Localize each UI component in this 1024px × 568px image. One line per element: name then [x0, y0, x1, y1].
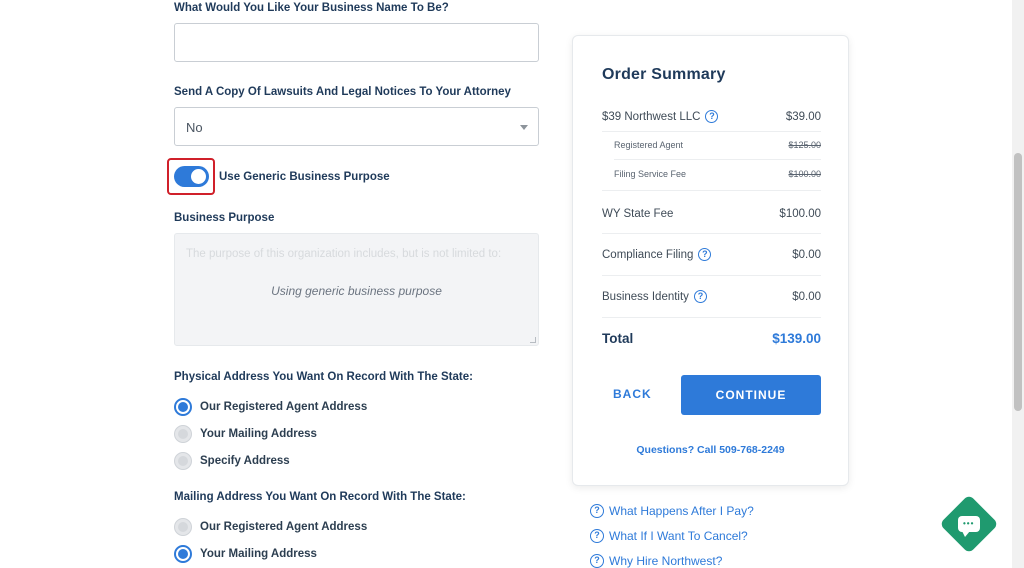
identity-price: $0.00	[792, 290, 821, 303]
question-circle-icon: ?	[590, 529, 604, 543]
summary-row-compliance: Compliance Filing? $0.00	[602, 248, 821, 261]
business-purpose-placeholder: The purpose of this organization include…	[186, 248, 502, 260]
summary-row-registered-agent: Registered Agent $125.00	[614, 140, 821, 150]
physical-option-registered-agent[interactable]: Our Registered Agent Address	[174, 397, 367, 417]
questions-phone-link[interactable]: Questions? Call 509-768-2249	[573, 444, 848, 456]
lawsuits-label: Send A Copy Of Lawsuits And Legal Notice…	[174, 86, 511, 98]
compliance-price: $0.00	[792, 248, 821, 261]
package-price: $39.00	[785, 110, 821, 123]
divider	[602, 317, 821, 318]
business-purpose-overlay: Using generic business purpose	[271, 284, 442, 298]
identity-label: Business Identity	[602, 290, 689, 303]
summary-total-row: Total $139.00	[602, 331, 821, 346]
lawsuits-select-value: No	[186, 120, 203, 135]
chat-bubble-icon[interactable]: •••	[958, 516, 980, 537]
continue-button[interactable]: CONTINUE	[681, 375, 821, 415]
faq-link-text: What If I Want To Cancel?	[609, 529, 748, 543]
divider	[602, 131, 821, 132]
resize-grip-icon[interactable]	[530, 337, 536, 343]
faq-link-text: Why Hire Northwest?	[609, 554, 723, 568]
lawsuits-select[interactable]: No	[174, 107, 539, 146]
registered-agent-label: Registered Agent	[614, 140, 684, 150]
faq-link-text: What Happens After I Pay?	[609, 504, 754, 518]
faq-link-cancel[interactable]: ? What If I Want To Cancel?	[590, 529, 748, 543]
scrollbar-thumb[interactable]	[1014, 153, 1022, 411]
radio-unchecked-icon[interactable]	[174, 518, 192, 536]
toggle-knob	[191, 169, 206, 184]
question-circle-icon: ?	[590, 554, 604, 568]
package-label: $39 Northwest LLC	[602, 110, 701, 123]
faq-link-after-pay[interactable]: ? What Happens After I Pay?	[590, 504, 754, 518]
state-fee-price: $100.00	[779, 208, 821, 220]
radio-unchecked-icon[interactable]	[174, 452, 192, 470]
page-scrollbar[interactable]	[1012, 0, 1024, 568]
summary-row-filing-fee: Filing Service Fee $100.00	[614, 169, 821, 179]
faq-link-why-hire[interactable]: ? Why Hire Northwest?	[590, 554, 722, 568]
compliance-label: Compliance Filing	[602, 248, 694, 261]
radio-label: Specify Address	[200, 455, 290, 467]
order-summary-title: Order Summary	[602, 66, 726, 83]
radio-checked-icon[interactable]	[174, 545, 192, 563]
radio-label: Our Registered Agent Address	[200, 401, 368, 413]
generic-purpose-toggle[interactable]	[174, 166, 209, 187]
physical-address-label: Physical Address You Want On Record With…	[174, 371, 473, 383]
mailing-address-label: Mailing Address You Want On Record With …	[174, 491, 466, 503]
question-circle-icon[interactable]: ?	[698, 248, 712, 261]
registered-agent-price: $125.00	[788, 140, 821, 150]
business-purpose-label: Business Purpose	[174, 212, 275, 224]
back-button[interactable]: BACK	[613, 387, 652, 401]
divider	[602, 275, 821, 276]
business-purpose-textarea[interactable]: The purpose of this organization include…	[174, 233, 539, 346]
divider	[614, 159, 821, 160]
question-circle-icon: ?	[590, 504, 604, 518]
mailing-option-mailing[interactable]: Your Mailing Address	[174, 544, 317, 564]
radio-label: Our Registered Agent Address	[200, 521, 368, 533]
summary-row-package: $39 Northwest LLC? $39.00	[602, 110, 821, 123]
question-circle-icon[interactable]: ?	[693, 290, 707, 303]
caret-down-icon	[520, 125, 528, 130]
state-fee-label: WY State Fee	[602, 208, 674, 220]
summary-row-state-fee: WY State Fee $100.00	[602, 208, 821, 220]
physical-option-specify[interactable]: Specify Address	[174, 451, 290, 471]
question-circle-icon[interactable]: ?	[705, 110, 719, 123]
filing-fee-price: $100.00	[788, 169, 821, 179]
radio-label: Your Mailing Address	[200, 548, 317, 560]
radio-checked-icon[interactable]	[174, 398, 192, 416]
business-name-label: What Would You Like Your Business Name T…	[174, 2, 449, 14]
generic-purpose-label: Use Generic Business Purpose	[219, 171, 390, 183]
filing-fee-label: Filing Service Fee	[614, 169, 687, 179]
radio-unchecked-icon[interactable]	[174, 425, 192, 443]
business-name-input[interactable]	[174, 23, 539, 62]
total-label: Total	[602, 331, 634, 346]
divider	[602, 190, 821, 191]
divider	[602, 233, 821, 234]
mailing-option-registered-agent[interactable]: Our Registered Agent Address	[174, 517, 367, 537]
physical-option-mailing[interactable]: Your Mailing Address	[174, 424, 317, 444]
summary-row-identity: Business Identity? $0.00	[602, 290, 821, 303]
order-summary-card: Order Summary $39 Northwest LLC? $39.00 …	[572, 35, 849, 486]
total-price: $139.00	[772, 331, 821, 346]
radio-label: Your Mailing Address	[200, 428, 317, 440]
